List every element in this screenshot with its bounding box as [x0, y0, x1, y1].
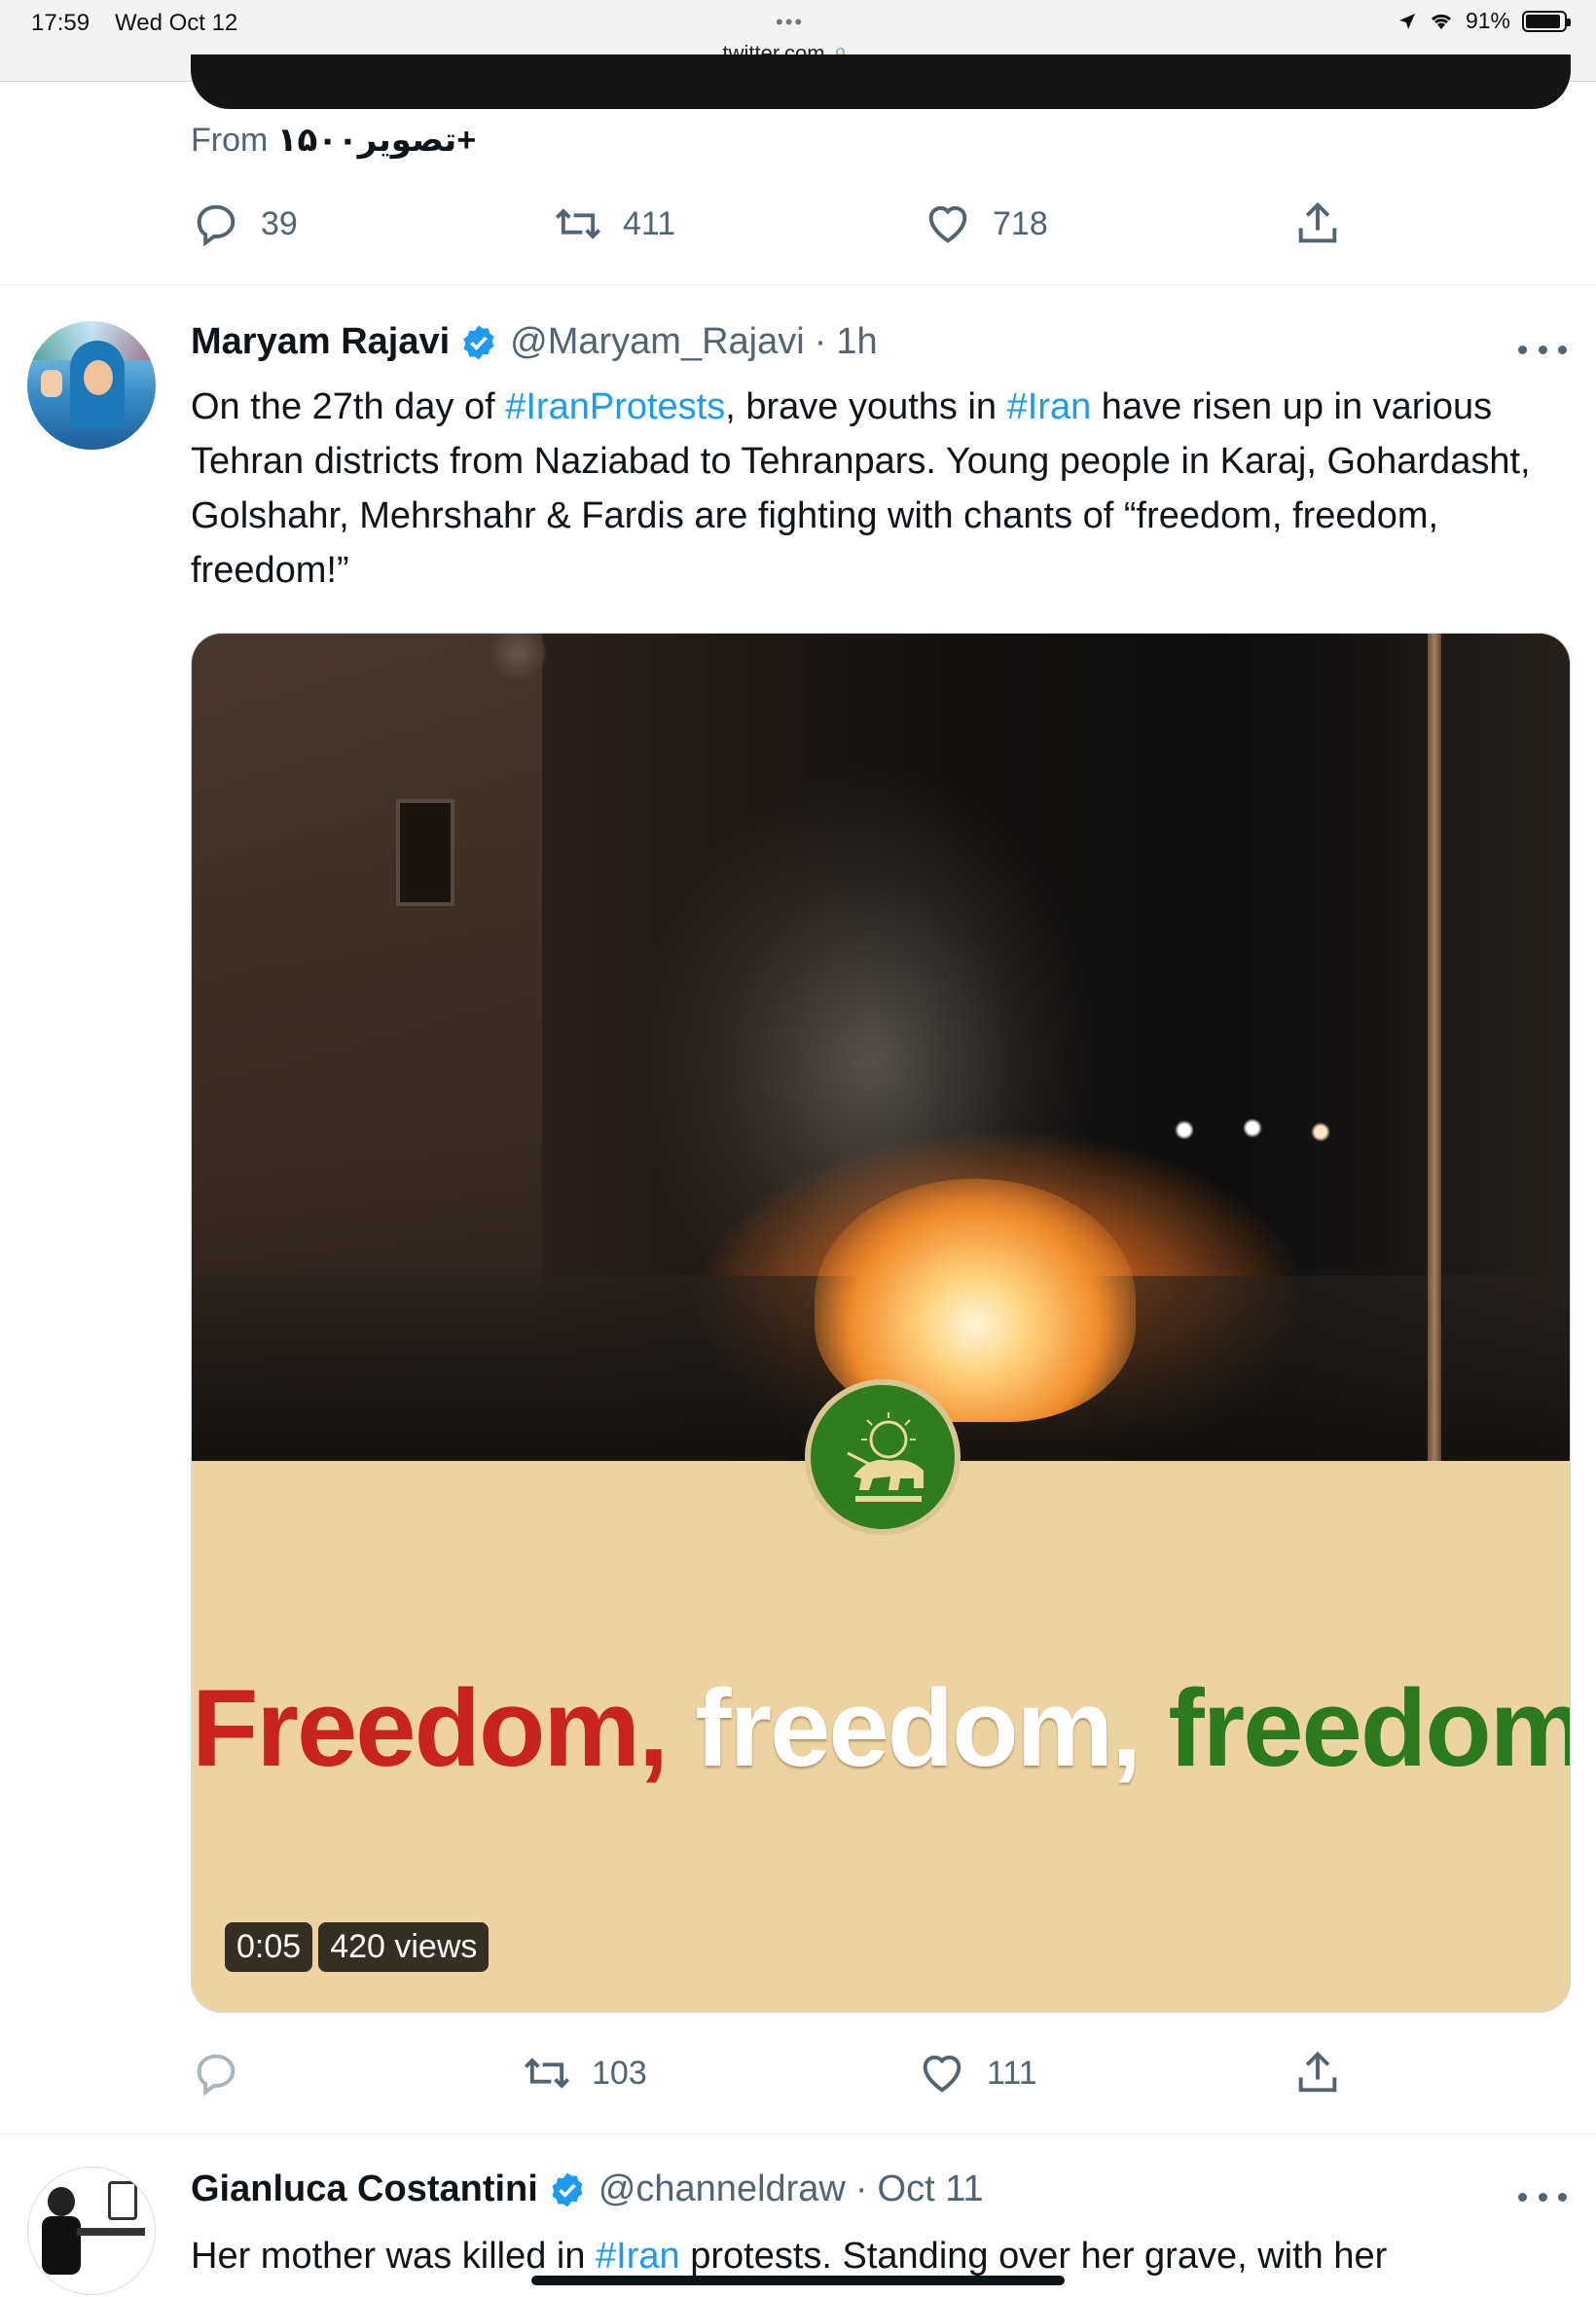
more-options-icon[interactable] [1518, 2187, 1567, 2206]
previous-tweet-actions: 39 411 718 [191, 199, 1359, 257]
browser-menu-dots[interactable]: ••• [776, 10, 804, 35]
video-badges: 0:05 420 views [225, 1922, 490, 1972]
caption-word: freedom [1168, 1667, 1571, 1789]
tweet-text-part: , brave youths in [725, 386, 1007, 427]
battery-percent: 91% [1465, 8, 1510, 33]
tweet-divider [0, 284, 1596, 285]
home-indicator [531, 2276, 1065, 2285]
author-handle[interactable]: @channeldraw [598, 2169, 846, 2210]
tweet-header: Maryam Rajavi @Maryam_Rajavi · 1h [191, 321, 878, 363]
header-separator: · [854, 2169, 868, 2209]
hashtag-link[interactable]: #Iran [1007, 386, 1092, 427]
status-indicators: 91% [1397, 8, 1571, 34]
wifi-icon [1431, 14, 1451, 29]
from-source-link[interactable]: تصویر۱۵۰۰+ [277, 122, 476, 159]
like-button[interactable]: 111 [917, 2048, 1037, 2098]
media-source-line: From تصویر۱۵۰۰+ [191, 121, 476, 160]
verified-badge-icon [552, 2172, 583, 2206]
tweet-actions: 103 111 [191, 2048, 1359, 2106]
video-caption: Freedom, freedom, freedom [192, 1665, 1571, 1791]
retweet-icon [524, 2058, 570, 2089]
header-separator: · [814, 321, 827, 362]
tweet-header: Gianluca Costantini @channeldraw · Oct 1… [191, 2169, 984, 2210]
share-icon [1298, 2051, 1337, 2093]
hashtag-link[interactable]: #Iran [596, 2236, 680, 2277]
like-count: 111 [987, 2054, 1037, 2092]
author-name[interactable]: Maryam Rajavi [191, 321, 450, 363]
video-duration: 0:05 [225, 1922, 313, 1972]
caption-word: freedom, [695, 1667, 1142, 1789]
retweet-count: 103 [592, 2054, 647, 2092]
video-frame [192, 634, 1570, 1461]
status-date: Wed Oct 12 [115, 10, 238, 36]
video-views: 420 views [318, 1922, 490, 1972]
retweet-count: 411 [623, 204, 676, 242]
author-handle[interactable]: @Maryam_Rajavi [510, 321, 805, 363]
avatar[interactable] [27, 2167, 156, 2295]
more-options-icon[interactable] [1518, 340, 1567, 359]
previous-tweet-media[interactable] [191, 55, 1571, 109]
reply-count: 39 [261, 204, 298, 242]
heart-icon [928, 205, 967, 243]
tweet-timestamp[interactable]: 1h [836, 321, 877, 363]
caption-word: Freedom, [192, 1667, 669, 1789]
verified-badge-icon [463, 325, 494, 359]
tweet-text-part: protests. Standing over her grave, with … [679, 2236, 1388, 2277]
retweet-icon [555, 208, 601, 239]
retweet-button[interactable]: 103 [522, 2048, 647, 2098]
share-button[interactable] [1292, 2048, 1343, 2098]
video-player[interactable]: Freedom, freedom, freedom 0:05 420 views [191, 633, 1571, 2013]
twitter-page: 17:59 Wed Oct 12 ••• twitter.com🔒 91% Fr… [0, 0, 1596, 2297]
reply-button[interactable] [191, 2048, 241, 2098]
hashtag-link[interactable]: #IranProtests [505, 386, 725, 427]
tweet-timestamp[interactable]: Oct 11 [878, 2169, 984, 2210]
battery-icon [1522, 10, 1571, 32]
share-icon [1298, 201, 1337, 243]
reply-icon [197, 204, 236, 247]
author-name[interactable]: Gianluca Costantini [191, 2169, 538, 2210]
reply-button[interactable]: 39 [191, 199, 298, 249]
reply-icon [197, 2054, 236, 2096]
retweet-button[interactable]: 411 [553, 199, 675, 249]
lion-and-sun-emblem-icon [805, 1379, 961, 1535]
avatar[interactable] [27, 321, 156, 450]
from-label: From [191, 122, 269, 159]
heart-icon [923, 2055, 961, 2093]
share-button[interactable] [1292, 199, 1343, 249]
like-count: 718 [993, 204, 1048, 242]
status-time: 17:59 [31, 10, 91, 36]
tweet-text-part: On the 27th day of [191, 386, 506, 427]
tweet-text-part: Her mother was killed in [191, 2236, 597, 2277]
location-arrow-icon [1398, 13, 1415, 29]
like-button[interactable]: 718 [923, 199, 1048, 249]
tweet-text: On the 27th day of #IranProtests, brave … [191, 380, 1573, 598]
tweet-divider [0, 2133, 1596, 2134]
